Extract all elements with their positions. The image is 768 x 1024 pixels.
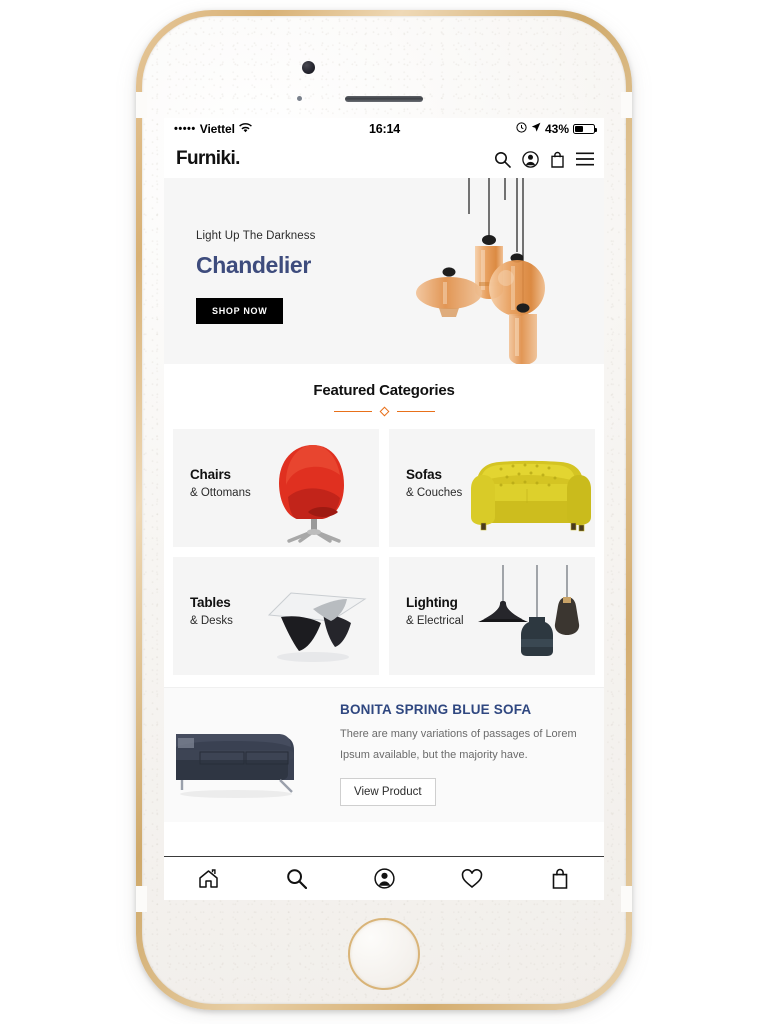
app-logo[interactable]: Furniki. — [176, 148, 240, 170]
noguchi-coffee-table-image — [267, 592, 367, 662]
category-text: Sofas & Couches — [406, 467, 462, 499]
promo-description: There are many variations of passages of… — [340, 728, 577, 762]
category-text: Lighting & Electrical — [406, 595, 464, 627]
hero-copy: Light Up The Darkness Chandelier SHOP NO… — [196, 230, 316, 324]
earpiece-speaker — [345, 96, 423, 102]
wifi-icon — [238, 122, 252, 136]
carrier-label: Viettel — [199, 122, 235, 136]
antenna-band — [621, 92, 632, 118]
clock: 16:14 — [369, 122, 400, 136]
category-name: Sofas — [406, 467, 442, 482]
antenna-band — [621, 886, 632, 912]
proximity-sensor — [297, 96, 302, 101]
search-icon[interactable] — [494, 151, 511, 168]
screenshot-stage: ••••• Viettel 16:14 43% Furniki. Light U… — [0, 0, 768, 1024]
divider-line-left — [333, 410, 372, 413]
bonita-sofa-image — [176, 733, 294, 798]
heart-icon — [461, 868, 483, 889]
antenna-band — [136, 886, 147, 912]
antenna-band — [136, 92, 147, 118]
hero-title: Chandelier — [196, 252, 311, 278]
divider-diamond-icon — [379, 406, 389, 417]
category-name: Lighting — [406, 595, 458, 610]
featured-section-header: Featured Categories — [164, 364, 604, 425]
account-icon — [373, 868, 395, 889]
category-card-lighting[interactable]: Lighting & Electrical — [389, 557, 595, 675]
menu-icon[interactable] — [576, 152, 594, 166]
category-name: Tables — [190, 595, 231, 610]
category-subtitle: & Couches — [406, 487, 463, 499]
bottom-tab-bar — [164, 856, 604, 900]
tab-wishlist[interactable] — [449, 862, 495, 896]
red-egg-chair-image — [279, 445, 344, 543]
signal-strength-dots: ••••• — [174, 123, 196, 135]
promo-body: BONITA SPRING BLUE SOFA There are many v… — [336, 702, 592, 806]
bag-icon[interactable] — [550, 151, 565, 168]
front-camera — [302, 61, 315, 74]
tab-account[interactable] — [361, 862, 407, 896]
app-header: Furniki. — [164, 140, 604, 178]
product-promo: BONITA SPRING BLUE SOFA There are many v… — [164, 687, 604, 822]
home-button[interactable] — [348, 918, 420, 990]
shop-now-button[interactable]: SHOP NOW — [196, 298, 284, 324]
search-icon — [286, 868, 307, 889]
chandelier-image — [416, 178, 545, 364]
tab-home[interactable] — [185, 862, 231, 896]
hero-kicker: Light Up The Darkness — [196, 230, 316, 242]
phone-screen: ••••• Viettel 16:14 43% Furniki. Light U… — [164, 118, 604, 900]
alarm-icon — [516, 122, 527, 136]
view-product-button[interactable]: View Product — [340, 777, 436, 806]
category-card-sofas[interactable]: Sofas & Couches — [389, 429, 595, 547]
category-text: Tables & Desks — [190, 595, 233, 627]
category-name: Chairs — [190, 467, 231, 482]
category-subtitle: & Electrical — [406, 615, 464, 627]
section-divider — [164, 406, 604, 417]
tab-search[interactable] — [273, 862, 319, 896]
location-arrow-icon — [531, 122, 541, 136]
hero-banner: Light Up The Darkness Chandelier SHOP NO… — [164, 178, 604, 364]
divider-line-right — [396, 410, 435, 413]
category-text: Chairs & Ottomans — [190, 467, 251, 499]
tab-bag[interactable] — [537, 862, 583, 896]
status-bar: ••••• Viettel 16:14 43% — [164, 118, 604, 140]
black-pendant-lamps-image — [478, 565, 580, 656]
home-icon — [198, 868, 219, 889]
promo-title: BONITA SPRING BLUE SOFA — [340, 702, 532, 717]
header-icon-group — [494, 150, 594, 168]
category-card-chairs[interactable]: Chairs & Ottomans — [173, 429, 379, 547]
category-card-tables[interactable]: Tables & Desks — [173, 557, 379, 675]
section-title: Featured Categories — [313, 382, 455, 399]
battery-icon — [573, 123, 598, 135]
bag-icon — [551, 868, 569, 889]
category-subtitle: & Desks — [190, 615, 233, 627]
category-subtitle: & Ottomans — [190, 487, 251, 499]
category-grid: Chairs & Ottomans Sofas & Couches Tables… — [164, 425, 604, 687]
yellow-chesterfield-sofa-image — [471, 460, 591, 532]
battery-percent: 43% — [544, 122, 570, 136]
account-icon[interactable] — [522, 150, 539, 168]
